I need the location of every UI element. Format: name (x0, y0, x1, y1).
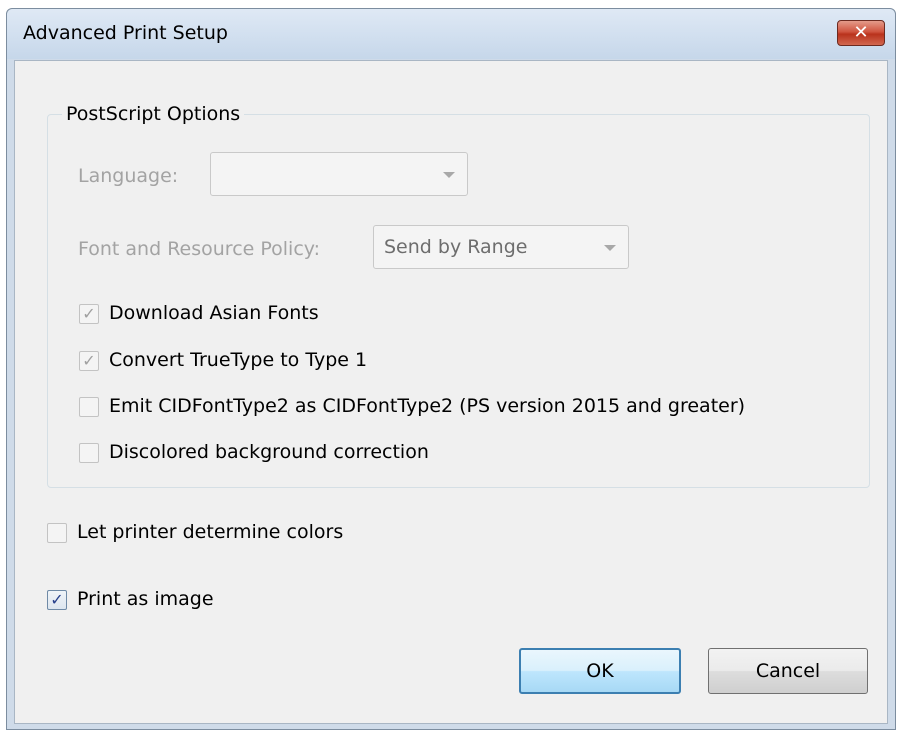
let-printer-colors-checkbox[interactable] (47, 523, 67, 543)
chevron-down-icon (443, 172, 455, 178)
convert-truetype-label: Convert TrueType to Type 1 (109, 349, 368, 371)
dialog-window: Advanced Print Setup ✕ PostScript Option… (6, 8, 896, 730)
ok-button[interactable]: OK (519, 648, 681, 694)
close-button[interactable]: ✕ (837, 20, 885, 46)
emit-cidfonttype2-checkbox[interactable] (79, 397, 99, 417)
download-asian-fonts-label: Download Asian Fonts (109, 302, 319, 324)
font-policy-value: Send by Range (384, 236, 528, 258)
dialog-body: PostScript Options Language: Font and Re… (14, 60, 888, 724)
print-as-image-label: Print as image (77, 588, 214, 610)
emit-cidfonttype2-label: Emit CIDFontType2 as CIDFontType2 (PS ve… (109, 395, 746, 417)
title-bar[interactable]: Advanced Print Setup ✕ (7, 9, 895, 59)
download-asian-fonts-checkbox[interactable]: ✓ (79, 304, 99, 324)
print-as-image-checkbox[interactable]: ✓ (47, 590, 67, 610)
convert-truetype-checkbox[interactable]: ✓ (79, 351, 99, 371)
language-dropdown[interactable] (210, 152, 468, 196)
dialog-title: Advanced Print Setup (23, 22, 228, 44)
chevron-down-icon (604, 245, 616, 251)
let-printer-colors-label: Let printer determine colors (77, 521, 344, 543)
font-policy-dropdown[interactable]: Send by Range (373, 225, 629, 269)
cancel-button[interactable]: Cancel (708, 648, 868, 694)
font-policy-label: Font and Resource Policy: (78, 238, 321, 260)
background-correction-checkbox[interactable] (79, 443, 99, 463)
close-icon: ✕ (853, 22, 869, 43)
postscript-options-legend: PostScript Options (62, 103, 245, 125)
background-correction-label: Discolored background correction (109, 441, 429, 463)
language-label: Language: (78, 165, 179, 187)
